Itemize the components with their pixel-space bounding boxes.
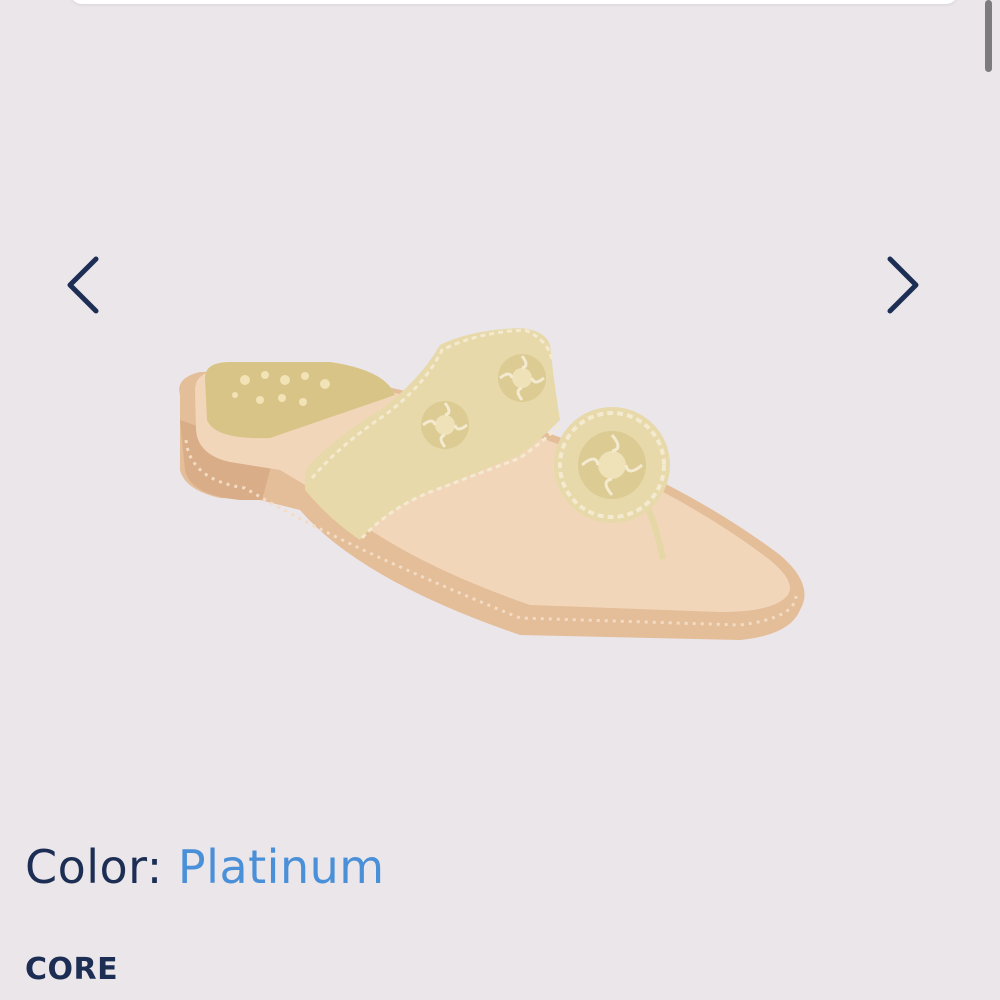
carousel-prev-button[interactable] <box>52 245 112 325</box>
top-card <box>70 0 958 4</box>
carousel-next-button[interactable] <box>874 245 934 325</box>
strap-rosette-2 <box>498 354 546 402</box>
color-label: Color: <box>25 840 163 894</box>
chevron-left-icon <box>67 256 99 314</box>
product-image <box>179 328 805 640</box>
color-selection: Color: Platinum <box>25 840 385 894</box>
color-value: Platinum <box>177 840 385 894</box>
scrollbar[interactable] <box>985 0 992 72</box>
strap-rosette-1 <box>421 401 469 449</box>
collection-label: CORE <box>25 952 119 987</box>
medallion <box>554 407 670 523</box>
chevron-right-icon <box>887 256 919 314</box>
product-page: Color: Platinum CORE <box>0 0 1000 1000</box>
